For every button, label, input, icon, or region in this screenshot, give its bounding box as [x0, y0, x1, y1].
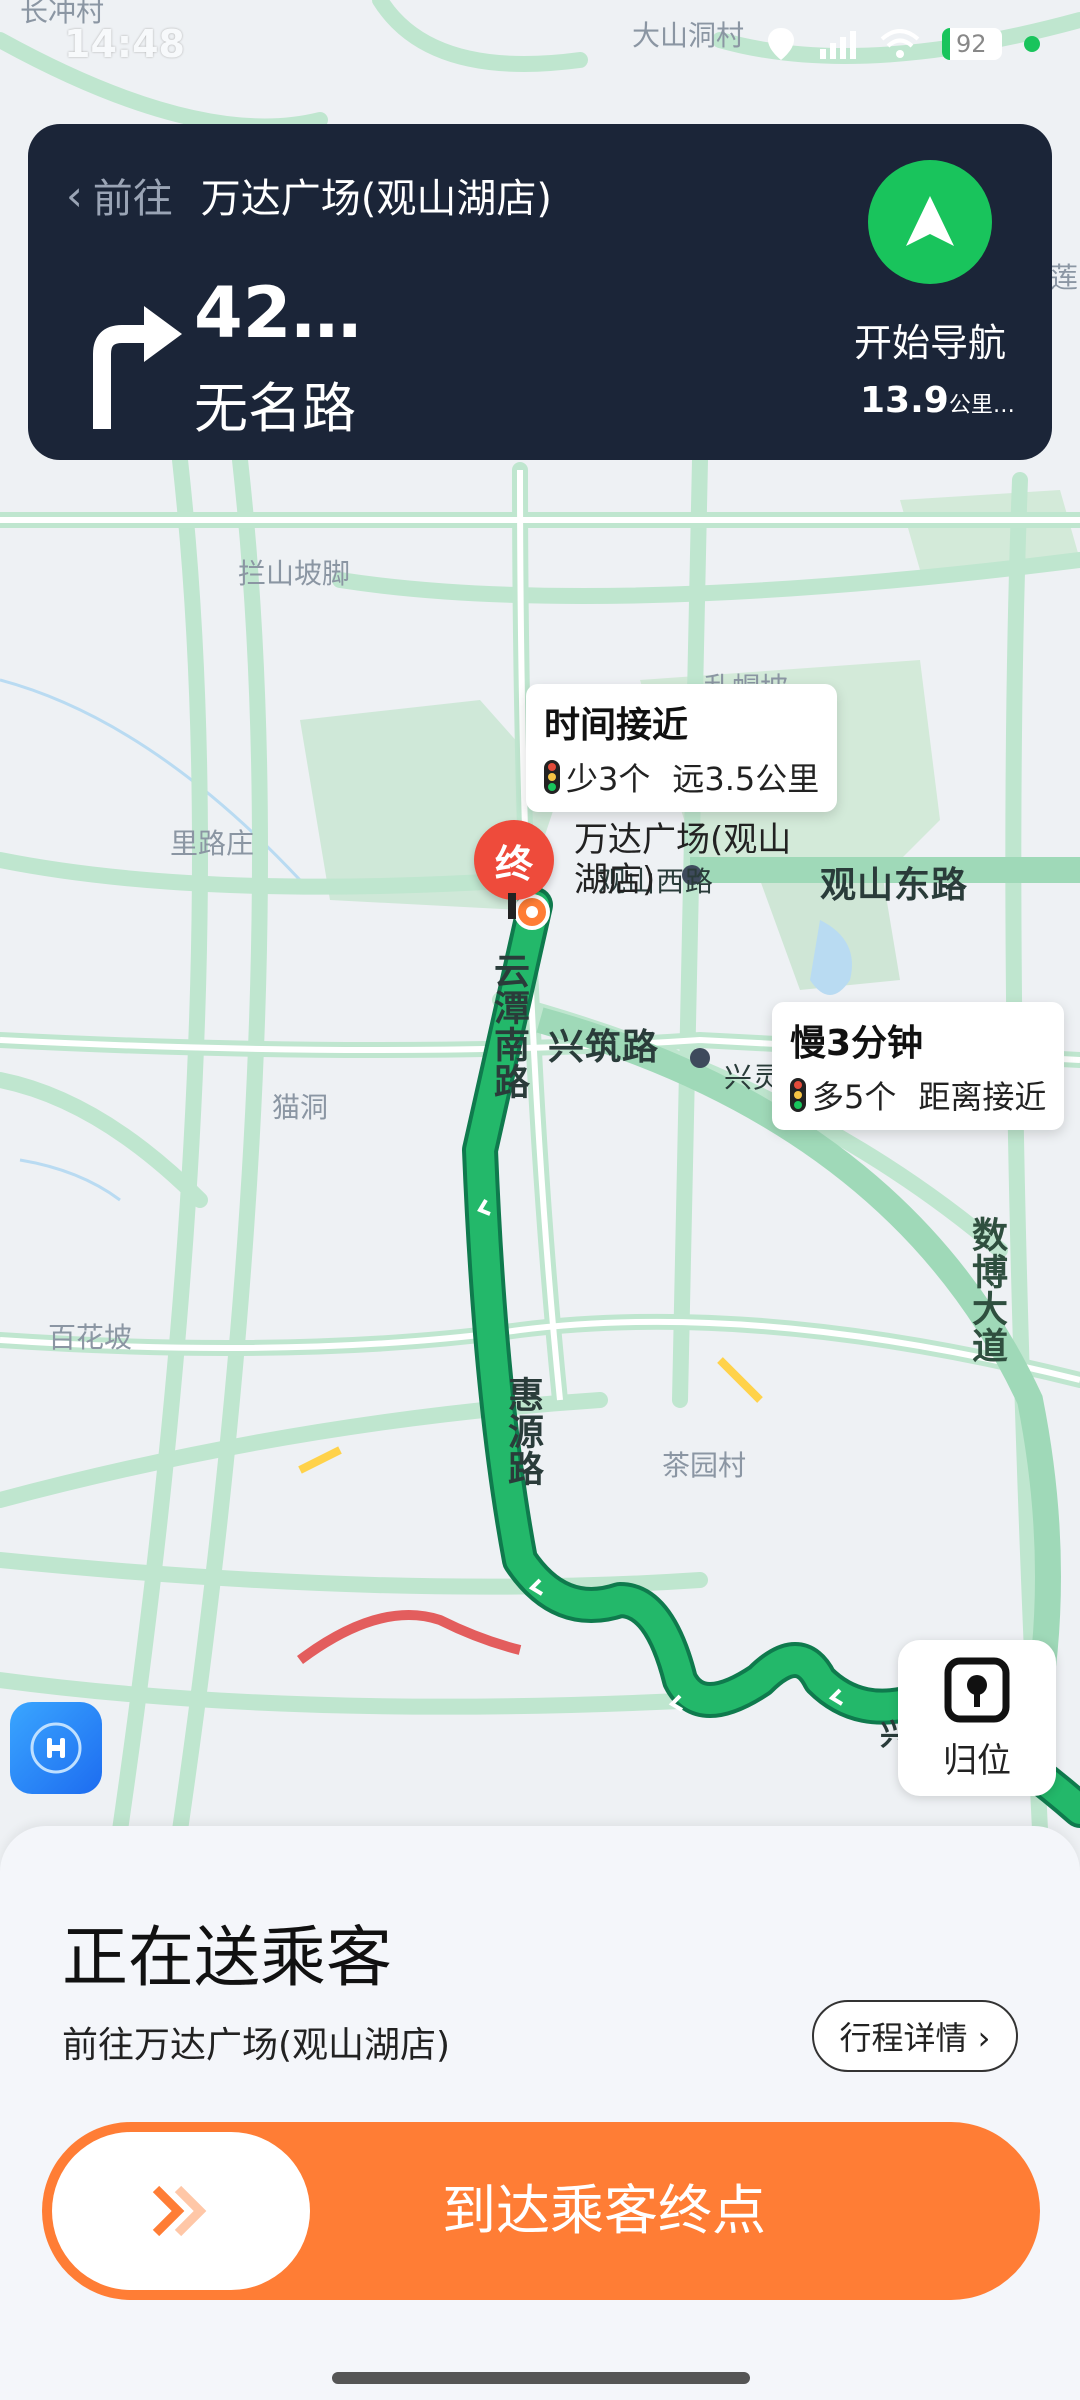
slider-knob[interactable] — [52, 2132, 310, 2290]
start-navigation-label[interactable]: 开始导航 — [854, 312, 1006, 367]
turn-right-icon — [93, 306, 182, 429]
navigation-arrow-icon — [906, 196, 954, 246]
status-bar: 14:48 92 — [0, 0, 1080, 80]
traffic-light-icon — [790, 1078, 806, 1112]
wifi-icon — [880, 29, 920, 58]
road-label: 数博大道 — [966, 1216, 1007, 1364]
callout-detail: 距离接近 — [918, 1078, 1047, 1116]
nav-instruction-card: ‹ 前往 万达广场(观山湖店) 42… 无名路 开始导航 13.9公里… — [28, 124, 1052, 460]
place-label: 莲 — [1050, 261, 1079, 294]
voice-assistant-button[interactable] — [10, 1702, 102, 1794]
dest-prefix: 前往 — [92, 176, 173, 222]
destination-row[interactable]: ‹ 前往 万达广场(观山湖店) — [66, 166, 552, 224]
voice-assistant-icon — [30, 1722, 82, 1774]
recenter-icon — [944, 1657, 1010, 1722]
destination-poi-label[interactable]: 万达广场(观山湖店) — [574, 820, 814, 900]
location-icon — [768, 28, 794, 60]
trip-destination-text: 前往万达广场(观山湖店) — [62, 2025, 451, 2066]
alt-route-callout[interactable]: 时间接近 少3个 远3.5公里 — [526, 684, 838, 812]
status-dot — [1024, 36, 1040, 52]
alt-route-callout[interactable]: 慢3分钟 多5个 距离接近 — [772, 1002, 1065, 1130]
status-time: 14:48 — [64, 22, 185, 66]
double-chevron-right-icon — [152, 2185, 207, 2237]
road-label: 兴筑路 — [548, 1027, 660, 1068]
slider-label: 到达乘客终点 — [442, 2179, 766, 2242]
chevron-left-icon[interactable]: ‹ — [66, 171, 83, 220]
total-distance: 13.9公里… — [860, 380, 1015, 421]
place-label: 百花坡 — [48, 1321, 133, 1354]
trip-status-sheet: 正在送乘客 前往万达广场(观山湖店) 行程详情 › — [0, 1826, 1080, 2400]
callout-title: 时间接近 — [544, 705, 689, 746]
callout-lights: 多5个 — [812, 1078, 897, 1116]
signal-icon — [820, 31, 856, 59]
road-label: 云潭南路 — [488, 952, 529, 1100]
recenter-button[interactable]: 归位 — [898, 1640, 1056, 1796]
place-label: 里路庄 — [170, 827, 255, 860]
start-navigation-button[interactable] — [868, 160, 992, 284]
callout-detail: 远3.5公里 — [672, 760, 820, 798]
status-icons: 92 — [766, 26, 1040, 62]
next-road-name: 无名路 — [194, 377, 356, 440]
total-distance-value: 13.9 — [860, 380, 949, 421]
callout-title: 慢3分钟 — [790, 1023, 924, 1064]
end-pin-stem — [508, 893, 516, 919]
trip-detail-button[interactable]: 行程详情 › — [812, 2000, 1018, 2072]
place-label: 拦山坡脚 — [238, 557, 351, 590]
end-pin[interactable]: 终 — [474, 820, 554, 900]
place-label: 猫洞 — [272, 1091, 329, 1124]
road-label: 惠源路 — [502, 1376, 543, 1487]
arrive-slider[interactable]: 到达乘客终点 — [42, 2122, 1040, 2300]
home-indicator[interactable] — [332, 2372, 750, 2384]
place-label: 茶园村 — [662, 1449, 747, 1482]
recenter-label: 归位 — [943, 1740, 1011, 1781]
road-label: 观山东路 — [820, 865, 969, 906]
battery-level: 92 — [956, 30, 987, 58]
next-turn-distance: 42… — [194, 272, 362, 354]
battery-icon: 92 — [942, 28, 1002, 60]
callout-lights: 少3个 — [566, 760, 651, 798]
total-distance-unit: 公里… — [948, 393, 1015, 418]
traffic-light-icon — [544, 760, 560, 794]
trip-status-title: 正在送乘客 — [62, 1919, 392, 1996]
destination-name: 万达广场(观山湖店) — [200, 176, 553, 222]
